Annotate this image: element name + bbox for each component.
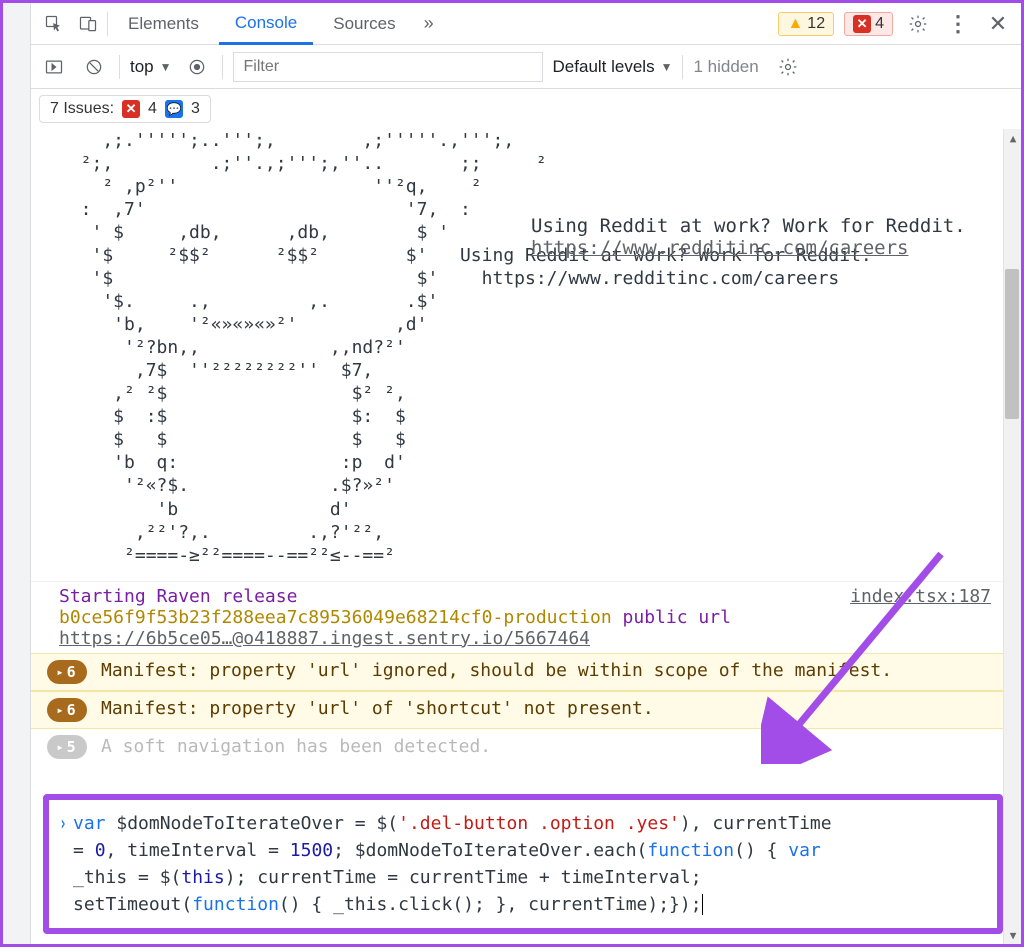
chevron-down-icon: ▼ <box>160 60 172 74</box>
close-devtools-icon[interactable]: ✕ <box>983 9 1013 39</box>
divider <box>119 55 120 79</box>
device-toggle-icon[interactable] <box>73 9 103 39</box>
raven-tail: public url <box>623 607 731 628</box>
ascii-caption: Using Reddit at work? Work for Reddit. <box>531 215 966 237</box>
context-label: top <box>130 57 154 77</box>
divider <box>682 55 683 79</box>
warnings-count: 12 <box>807 15 825 33</box>
inspect-icon[interactable] <box>39 9 69 39</box>
sidebar-toggle-icon[interactable] <box>39 52 69 82</box>
tabs-overflow-icon[interactable]: » <box>416 13 442 34</box>
console-toolbar: top ▼ Default levels ▼ 1 hidden <box>31 45 1021 89</box>
console-log-raven: index.tsx:187 Starting Raven release b0c… <box>31 581 1021 653</box>
live-expression-icon[interactable] <box>182 52 212 82</box>
console-warning-row[interactable]: 6 Manifest: property 'url' ignored, shou… <box>31 653 1021 691</box>
left-gutter <box>3 3 31 944</box>
ascii-art: ,;.''''';..''';, ,;'''''.,''';, ²;, .;''… <box>59 129 872 567</box>
source-link[interactable]: index.tsx:187 <box>850 586 991 607</box>
issues-info-count: 3 <box>191 100 200 118</box>
issues-label: 7 Issues: <box>50 100 114 118</box>
warnings-badge[interactable]: ▲ 12 <box>778 12 834 36</box>
error-icon: ✕ <box>122 100 140 118</box>
tab-sources[interactable]: Sources <box>317 3 411 44</box>
divider <box>222 55 223 79</box>
warning-count-pill: 6 <box>47 698 87 722</box>
warning-count-pill: 6 <box>47 660 87 684</box>
filter-input[interactable] <box>233 52 543 82</box>
console-warning-row[interactable]: 6 Manifest: property 'url' of 'shortcut'… <box>31 691 1021 729</box>
hidden-count[interactable]: 1 hidden <box>693 57 758 77</box>
log-levels-selector[interactable]: Default levels ▼ <box>553 57 673 77</box>
issues-err-count: 4 <box>148 100 157 118</box>
sentry-link[interactable]: https://6b5ce05…@o418887.ingest.sentry.i… <box>59 628 590 649</box>
errors-count: 4 <box>875 15 884 33</box>
console-output: ,;.''''';..''';, ,;'''''.,''';, ²;, .;''… <box>31 129 1021 944</box>
raven-hash: b0ce56f9f53b23f288eea7c89536049e68214cf0… <box>59 607 612 628</box>
kebab-menu-icon[interactable]: ⋮ <box>943 9 973 39</box>
console-settings-icon[interactable] <box>773 52 803 82</box>
tab-console[interactable]: Console <box>219 4 313 45</box>
error-icon: ✕ <box>853 15 871 33</box>
warning-text: Manifest: property 'url' ignored, should… <box>101 660 993 681</box>
issues-pill[interactable]: 7 Issues: ✕ 4 💬 3 <box>39 95 211 123</box>
errors-badge[interactable]: ✕ 4 <box>844 12 893 36</box>
info-count-pill: 5 <box>47 735 87 759</box>
console-input[interactable]: var $domNodeToIterateOver = $('.del-butt… <box>43 794 1003 934</box>
devtools-tabbar: Elements Console Sources » ▲ 12 ✕ 4 ⋮ ✕ <box>31 3 1021 45</box>
warning-text: Manifest: property 'url' of 'shortcut' n… <box>101 698 993 719</box>
info-icon: 💬 <box>165 100 183 118</box>
scroll-down-icon[interactable]: ▼ <box>1004 926 1021 944</box>
careers-link[interactable]: https://www.redditinc.com/careers <box>531 237 909 259</box>
raven-header: Starting Raven release <box>59 586 297 607</box>
scrollbar[interactable]: ▲ ▼ <box>1003 129 1021 944</box>
divider <box>107 12 108 36</box>
settings-icon[interactable] <box>903 9 933 39</box>
info-text: A soft navigation has been detected. <box>101 736 491 757</box>
chevron-down-icon: ▼ <box>661 60 673 74</box>
levels-label: Default levels <box>553 57 655 77</box>
console-info-row[interactable]: 5 A soft navigation has been detected. <box>31 729 1021 765</box>
warning-icon: ▲ <box>787 15 803 33</box>
context-selector[interactable]: top ▼ <box>130 57 172 77</box>
tab-elements[interactable]: Elements <box>112 3 215 44</box>
console-log-ascii: ,;.''''';..''';, ,;'''''.,''';, ²;, .;''… <box>31 129 1021 567</box>
issues-bar: 7 Issues: ✕ 4 💬 3 <box>31 89 1021 129</box>
clear-console-icon[interactable] <box>79 52 109 82</box>
scroll-up-icon[interactable]: ▲ <box>1004 129 1021 147</box>
scroll-thumb[interactable] <box>1005 269 1019 419</box>
